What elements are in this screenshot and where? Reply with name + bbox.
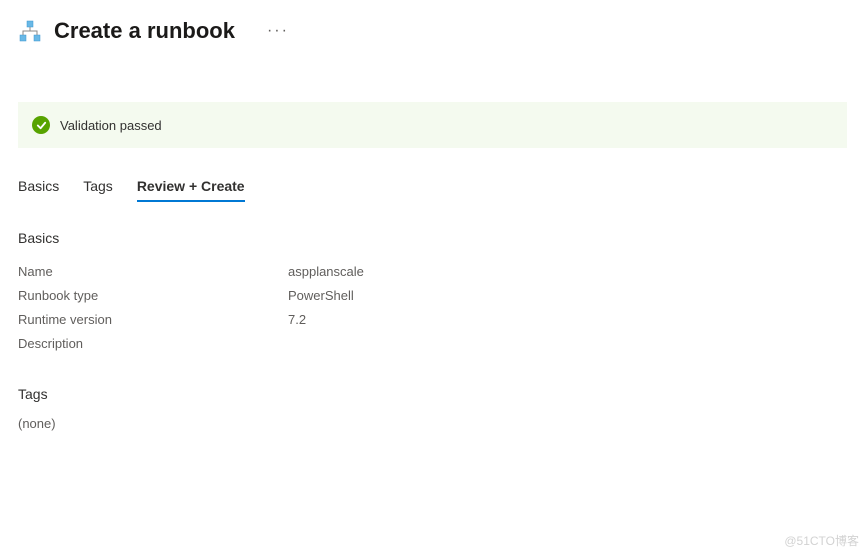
tags-none-label: (none) bbox=[18, 416, 847, 431]
more-actions-button[interactable]: ··· bbox=[261, 22, 295, 40]
tab-bar: Basics Tags Review + Create bbox=[0, 148, 865, 202]
label-name: Name bbox=[18, 260, 288, 284]
validation-message: Validation passed bbox=[60, 118, 162, 133]
watermark: @51CTO博客 bbox=[784, 532, 859, 549]
value-runtime-version: 7.2 bbox=[288, 308, 306, 332]
tab-basics[interactable]: Basics bbox=[18, 178, 59, 202]
row-runbook-type: Runbook type PowerShell bbox=[18, 284, 847, 308]
tags-section: Tags (none) bbox=[0, 356, 865, 431]
page-title: Create a runbook bbox=[54, 18, 235, 44]
tab-tags[interactable]: Tags bbox=[83, 178, 113, 202]
runbook-icon bbox=[18, 19, 42, 43]
tags-section-title: Tags bbox=[18, 386, 847, 402]
row-description: Description bbox=[18, 332, 847, 356]
page-header: Create a runbook ··· bbox=[0, 0, 865, 52]
row-runtime-version: Runtime version 7.2 bbox=[18, 308, 847, 332]
label-description: Description bbox=[18, 332, 288, 356]
value-name: aspplanscale bbox=[288, 260, 364, 284]
tab-review-create[interactable]: Review + Create bbox=[137, 178, 245, 202]
row-name: Name aspplanscale bbox=[18, 260, 847, 284]
check-icon bbox=[32, 116, 50, 134]
basics-section-title: Basics bbox=[18, 230, 847, 246]
label-runbook-type: Runbook type bbox=[18, 284, 288, 308]
label-runtime-version: Runtime version bbox=[18, 308, 288, 332]
basics-section: Basics Name aspplanscale Runbook type Po… bbox=[0, 202, 865, 356]
value-runbook-type: PowerShell bbox=[288, 284, 354, 308]
validation-banner: Validation passed bbox=[18, 102, 847, 148]
